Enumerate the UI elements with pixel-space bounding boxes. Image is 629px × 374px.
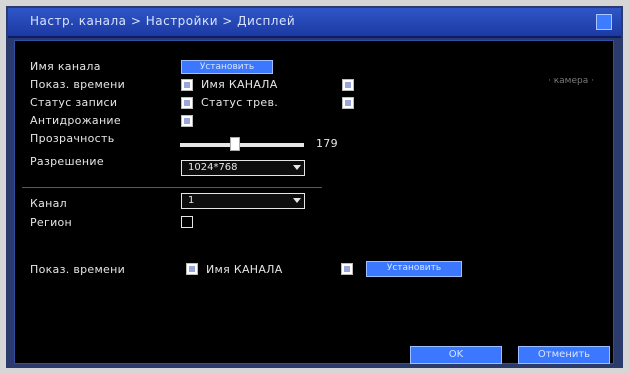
close-icon[interactable]	[596, 14, 612, 30]
anti-jitter-label: Антидрожание	[30, 114, 121, 127]
window-title: Настр. канала > Настройки > Дисплей	[30, 14, 296, 28]
resolution-select[interactable]: 1024*768	[181, 160, 305, 176]
alarm-status-label: Статус трев.	[201, 96, 279, 109]
transparency-value: 179	[316, 137, 338, 150]
show-channel-name-checkbox[interactable]	[342, 79, 354, 91]
anti-jitter-checkbox[interactable]	[181, 115, 193, 127]
title-bar: Настр. канала > Настройки > Дисплей	[8, 8, 621, 38]
show-channel-name-label: Имя КАНАЛА	[201, 78, 278, 91]
region-label: Регион	[30, 216, 73, 229]
alarm-status-checkbox[interactable]	[342, 97, 354, 109]
channel-select[interactable]: 1	[181, 193, 305, 209]
region-show-time-checkbox[interactable]	[186, 263, 198, 275]
chevron-down-icon	[293, 198, 301, 203]
resolution-value: 1024*768	[188, 162, 238, 173]
region-set-button[interactable]: Установить	[366, 261, 462, 277]
status-text: · камера ·	[548, 76, 594, 86]
record-status-checkbox[interactable]	[181, 97, 193, 109]
show-time-label: Показ. времени	[30, 78, 126, 91]
chevron-down-icon	[293, 165, 301, 170]
divider	[22, 187, 322, 188]
region-checkbox[interactable]	[181, 216, 193, 228]
channel-name-set-button[interactable]: Установить	[181, 60, 273, 74]
resolution-label: Разрешение	[30, 155, 104, 168]
transparency-slider-handle[interactable]	[230, 137, 241, 151]
record-status-label: Статус записи	[30, 96, 118, 109]
region-show-time-label: Показ. времени	[30, 263, 126, 276]
region-show-name-label: Имя КАНАЛА	[206, 263, 283, 276]
transparency-slider[interactable]	[180, 143, 304, 147]
channel-value: 1	[188, 195, 195, 206]
channel-label: Канал	[30, 197, 68, 210]
cancel-button[interactable]: Отменить	[518, 346, 610, 364]
ok-button[interactable]: OK	[410, 346, 502, 364]
show-time-checkbox[interactable]	[181, 79, 193, 91]
transparency-label: Прозрачность	[30, 132, 115, 145]
region-show-name-checkbox[interactable]	[341, 263, 353, 275]
channel-name-label: Имя канала	[30, 60, 101, 73]
